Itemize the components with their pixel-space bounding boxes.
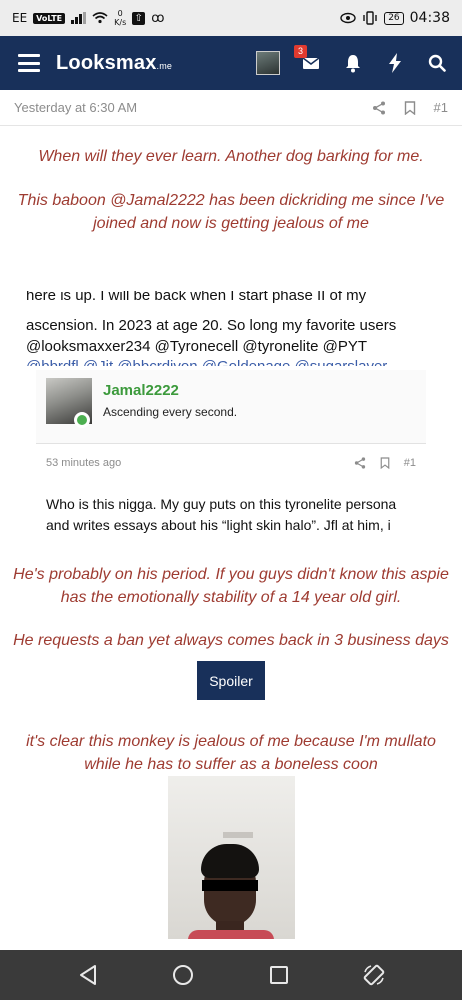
signal-icon <box>71 12 87 24</box>
quoted-post-body-content: Who is this nigga. My guy puts on this t… <box>46 496 397 533</box>
logo-suffix: .me <box>156 60 173 71</box>
quoted-text-cut-content: @bbrdfl @Jit @bbcrdjvon @Goldenage @suga… <box>26 358 436 366</box>
quoted-text-top-content: here is up. I will be back when I start … <box>26 291 367 304</box>
carrier-label: EE <box>12 11 28 25</box>
search-icon[interactable] <box>426 52 448 74</box>
quoted-post-meta: 53 minutes ago #1 <box>36 452 426 474</box>
vibrate-icon <box>363 11 377 25</box>
battery-icon: 26 <box>384 11 404 25</box>
download-icon: ⇧ <box>132 11 146 25</box>
quoted-text-top: here is up. I will be back when I start … <box>26 291 436 310</box>
post-line-2: This baboon @Jamal2222 has been dickridi… <box>17 192 445 232</box>
post-number[interactable]: #1 <box>434 100 448 115</box>
quoted-text-main: ascension. In 2023 at age 20. So long my… <box>26 315 436 357</box>
speed-unit: K/s <box>114 18 127 27</box>
post-header: Yesterday at 6:30 AM #1 <box>0 90 462 126</box>
share-icon[interactable] <box>354 457 366 469</box>
bookmark-icon[interactable] <box>404 100 416 115</box>
bell-icon[interactable] <box>342 52 364 74</box>
username[interactable]: Jamal2222 <box>103 382 179 399</box>
inbox-button[interactable]: 3 <box>294 45 322 74</box>
quoted-post-body: Who is this nigga. My guy puts on this t… <box>46 494 416 536</box>
clock: 04:38 <box>409 10 450 26</box>
quoted-text-main-content: ascension. In 2023 at age 20. So long my… <box>26 317 397 355</box>
menu-icon[interactable] <box>18 54 40 72</box>
spoiler-button[interactable]: Spoiler <box>197 661 265 700</box>
bookmark-icon[interactable] <box>380 457 390 469</box>
user-title: Ascending every second. <box>103 405 238 419</box>
logo-text: Lᴏᴏksmax <box>56 51 157 74</box>
voicemail-icon: ꝏ <box>151 10 165 26</box>
speed-value: 0 <box>117 9 123 18</box>
online-indicator <box>74 412 90 428</box>
inbox-count-badge: 3 <box>294 45 307 58</box>
rotate-icon[interactable] <box>359 960 389 990</box>
censor-bar <box>202 880 258 891</box>
wifi-icon <box>92 12 108 24</box>
status-bar: EE VoLTE 0 K/s ⇧ ꝏ 26 04:38 <box>0 0 462 36</box>
reply-line-3: He's probably on his period. If you guys… <box>13 566 449 606</box>
share-icon[interactable] <box>372 101 386 115</box>
volte-badge: VoLTE <box>33 12 66 24</box>
top-navbar: Lᴏᴏksmax.me 3 <box>0 36 462 90</box>
attached-photo[interactable] <box>168 776 295 939</box>
back-icon[interactable] <box>73 960 103 990</box>
network-speed: 0 K/s <box>114 9 126 27</box>
post-timestamp[interactable]: Yesterday at 6:30 AM <box>14 100 137 115</box>
site-logo[interactable]: Lᴏᴏksmax.me <box>56 52 172 75</box>
recents-icon[interactable] <box>264 960 294 990</box>
quoted-post-number[interactable]: #1 <box>404 457 416 469</box>
bolt-icon[interactable] <box>384 52 406 74</box>
quoted-text-cut: @bbrdfl @Jit @bbcrdjvon @Goldenage @suga… <box>26 358 436 366</box>
quoted-post-time[interactable]: 53 minutes ago <box>46 457 121 469</box>
user-card: Jamal2222 Ascending every second. <box>36 370 426 444</box>
reply-line-5: it's clear this monkey is jealous of me … <box>26 733 436 773</box>
eye-icon <box>340 12 356 24</box>
avatar[interactable] <box>256 51 280 75</box>
home-icon[interactable] <box>168 960 198 990</box>
post-line-1: When will they ever learn. Another dog b… <box>38 148 424 165</box>
system-nav-bar <box>0 950 462 1000</box>
reply-line-4: He requests a ban yet always comes back … <box>13 632 449 649</box>
